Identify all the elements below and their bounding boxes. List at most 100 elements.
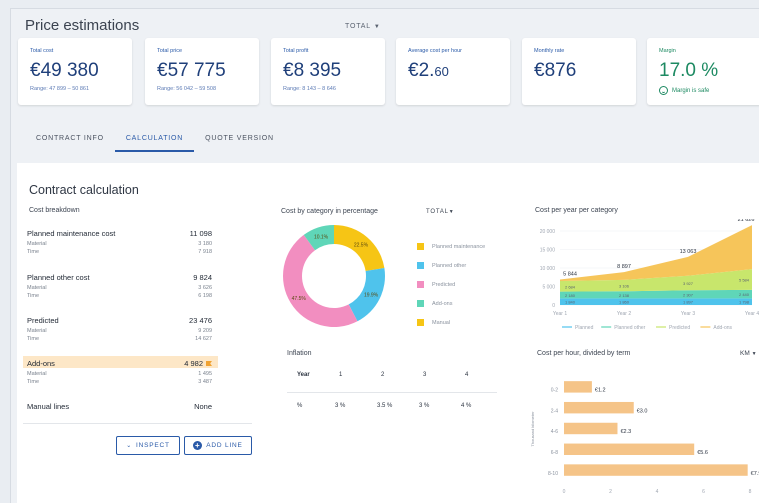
area-chart-title: Cost per year per category xyxy=(535,207,618,214)
legend-label: Add-ons xyxy=(432,300,453,307)
area-value-label: 3 106 xyxy=(619,284,630,289)
legend-item: Planned maintenance xyxy=(417,243,485,250)
x-tick-label: 0 xyxy=(563,489,566,495)
manual-lines-row: Manual lines None xyxy=(27,402,212,411)
donut-total-dropdown[interactable]: TOTAL▼ xyxy=(426,209,455,215)
inflation-year: 2 xyxy=(381,372,385,378)
tab-contract-info[interactable]: CONTRACT INFO xyxy=(25,129,115,152)
breakdown-value: None xyxy=(194,402,212,411)
inflation-year: 4 xyxy=(465,372,469,378)
y-tick-label: 10 000 xyxy=(540,266,556,272)
bar-value-label: €2.3 xyxy=(620,429,631,435)
y-tick-label: 20 000 xyxy=(540,229,556,235)
calculation-panel: Contract calculation Cost breakdown Plan… xyxy=(17,163,759,503)
donut-slice-label: 10.1% xyxy=(314,235,329,241)
legend-item: Planned other xyxy=(417,262,466,269)
legend-label: Predicted xyxy=(432,281,456,288)
breakdown-label: Add-ons xyxy=(27,359,55,368)
tab-bar: CONTRACT INFO CALCULATION QUOTE VERSION xyxy=(25,129,285,152)
app-frame: Price estimations TOTAL ▼ Total cost €49 … xyxy=(10,8,759,503)
breakdown-sub-row: Time 7 918 xyxy=(27,249,212,255)
kpi-value: €8 395 xyxy=(283,60,342,81)
legend-label: Planned other xyxy=(614,325,645,331)
kpi-label: Total profit xyxy=(283,48,309,54)
donut-slice-label: 47.5% xyxy=(292,296,307,302)
kpi-label: Total price xyxy=(157,48,183,54)
inspect-button[interactable]: ⌄ INSPECT xyxy=(116,436,180,455)
tab-calculation[interactable]: CALCULATION xyxy=(114,129,195,152)
kpi-value: €57 775 xyxy=(157,60,226,81)
x-tick-label: Year 1 xyxy=(553,311,567,317)
caret-down-icon: ▼ xyxy=(751,351,757,357)
area-total-label: 8 897 xyxy=(617,264,631,270)
bar-value-label: €7.9 xyxy=(751,471,759,477)
legend-label: Predicted xyxy=(669,325,690,331)
area-value-label: 2 138 xyxy=(619,293,630,298)
caret-down-icon: ▼ xyxy=(373,24,381,30)
contract-calculation-title: Contract calculation xyxy=(29,183,139,197)
breakdown-row: Planned maintenance cost 11 098 xyxy=(27,229,212,238)
x-tick-label: 2 xyxy=(609,489,612,495)
margin-status: Margin is safe xyxy=(659,86,709,95)
area-total-label: 13 063 xyxy=(680,249,697,255)
breakdown-sub-row: Time 3 487 xyxy=(27,379,212,385)
kpi-range: Range: 8 143 – 8 646 xyxy=(283,86,336,92)
x-tick-label: 6 xyxy=(702,489,705,495)
kpi-value: 17.0 % xyxy=(659,60,719,81)
bar xyxy=(564,443,695,455)
smiley-icon xyxy=(659,86,668,95)
donut-slice-label: 22.5% xyxy=(354,242,369,248)
inflation-value: 3.5 % xyxy=(377,403,393,409)
cost-breakdown-title: Cost breakdown xyxy=(29,207,80,214)
legend-item: Add-ons xyxy=(417,300,453,307)
y-tick-label: 6-8 xyxy=(551,450,558,456)
x-tick-label: Year 2 xyxy=(617,311,631,317)
add-line-button[interactable]: + ADD LINE xyxy=(184,436,252,455)
kpi-label: Monthly rate xyxy=(534,48,565,54)
total-dropdown[interactable]: TOTAL ▼ xyxy=(345,23,381,30)
inflation-percent-header: % xyxy=(297,403,303,409)
breakdown-sub-row: Time 6 198 xyxy=(27,293,212,299)
total-dropdown-label: TOTAL xyxy=(345,23,371,30)
bar-value-label: €5.6 xyxy=(697,450,708,456)
bar-value-label: €3.0 xyxy=(637,408,648,414)
y-tick-label: 0-2 xyxy=(551,388,558,394)
kpi-value: €2.60 xyxy=(408,60,449,82)
y-tick-label: 2-4 xyxy=(551,408,558,414)
donut-slice-label: 19.9% xyxy=(364,293,379,299)
breakdown-label: Planned other cost xyxy=(27,273,90,282)
legend-swatch xyxy=(417,243,424,250)
kpi-label: Total cost xyxy=(30,48,54,54)
breakdown-value: 23 476 xyxy=(189,316,212,325)
area-value-label: 1 897 xyxy=(683,300,694,305)
breakdown-sub-row: Material 1 495 xyxy=(27,371,212,377)
plus-icon: + xyxy=(193,441,203,450)
donut-chart: 22.5% 19.9% 47.5% 10.1% xyxy=(282,225,385,328)
legend-swatch xyxy=(417,319,424,326)
kpi-label: Average cost per hour xyxy=(408,48,463,54)
bar-chart-title: Cost per hour, divided by term xyxy=(537,350,631,357)
kpi-total-cost: Total cost €49 380 Range: 47 899 – 50 86… xyxy=(18,38,132,105)
divider xyxy=(287,392,497,393)
breakdown-row: Predicted 23 476 xyxy=(27,316,212,325)
area-value-label: 1 860 xyxy=(619,300,630,305)
bar xyxy=(564,422,618,435)
bar-value-label: €1.2 xyxy=(595,388,606,394)
caret-down-icon: ▼ xyxy=(448,209,455,215)
kpi-monthly-rate: Monthly rate €876 xyxy=(522,38,636,105)
page-title: Price estimations xyxy=(25,17,140,34)
kpi-average-cost-per-hour: Average cost per hour €2.60 xyxy=(396,38,510,105)
chevron-down-icon: ⌄ xyxy=(126,443,133,449)
tab-quote-version[interactable]: QUOTE VERSION xyxy=(194,129,285,152)
inflation-value: 3 % xyxy=(335,403,346,409)
kpi-label: Margin xyxy=(659,48,676,54)
km-dropdown[interactable]: KM ▼ xyxy=(740,350,757,357)
legend-swatch xyxy=(417,281,424,288)
bar xyxy=(564,401,634,414)
donut-title: Cost by category in percentage xyxy=(281,208,378,215)
breakdown-sub-row: Time 14 627 xyxy=(27,336,212,342)
bar-chart: Thousand kilometer 0-2 €1.2 2-4 €3.0 4-6 €2.3 6… xyxy=(530,381,759,495)
divider xyxy=(23,423,252,424)
area-series xyxy=(560,298,752,305)
legend-label: Manual xyxy=(432,319,451,326)
